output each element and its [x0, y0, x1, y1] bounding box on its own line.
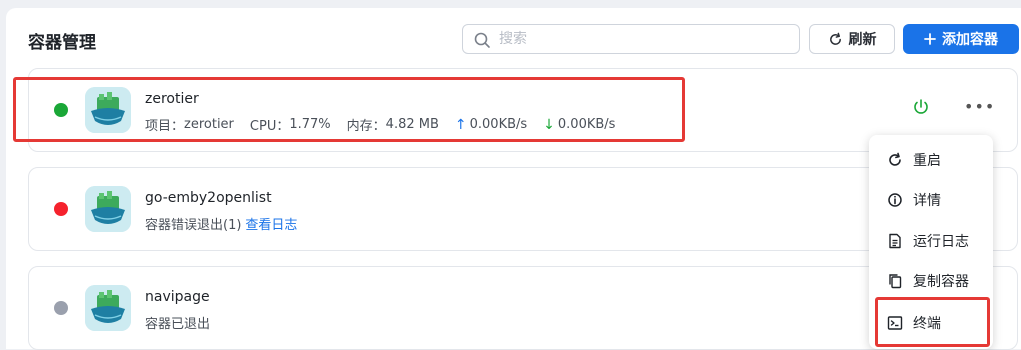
download-rate: 0.00KB/s — [557, 117, 616, 132]
container-status: 容器错误退出(1) 查看日志 — [145, 214, 297, 233]
log-icon — [889, 233, 901, 249]
search-box[interactable] — [462, 24, 800, 54]
menu-item-details[interactable]: 详情 — [869, 180, 993, 220]
mem-value: 4.82 MB — [385, 117, 439, 132]
refresh-button[interactable]: 刷新 — [809, 24, 895, 54]
context-menu: 重启 详情 运行日志 复制容器 终端 — [869, 135, 993, 349]
plus-icon — [924, 33, 936, 45]
download-arrow-icon: ↓ — [543, 116, 555, 133]
mem-label: 内存： — [346, 119, 386, 134]
view-logs-link[interactable]: 查看日志 — [245, 214, 297, 233]
cpu-value: 1.77% — [289, 117, 331, 132]
upload-rate: 0.00KB/s — [469, 117, 528, 132]
restart-icon — [889, 152, 901, 166]
status-dot-stopped — [54, 301, 68, 315]
add-container-button[interactable]: 添加容器 — [903, 24, 1019, 54]
status-text: 容器已退出 — [145, 317, 211, 332]
refresh-label: 刷新 — [848, 32, 877, 48]
project-label: 项目： — [145, 119, 185, 134]
container-stats: 项目： zerotier CPU： 1.77% 内存： 4.82 MB ↑ 0.00KB… — [145, 115, 616, 135]
cpu-label: CPU： — [249, 119, 290, 134]
menu-item-label: 重启 — [913, 153, 941, 169]
container-status: 容器已退出 — [145, 313, 210, 332]
container-name: go-emby2openlist — [145, 190, 272, 206]
status-dot-running — [54, 103, 68, 117]
menu-item-terminal[interactable]: 终端 — [869, 303, 993, 343]
menu-item-run-logs[interactable]: 运行日志 — [869, 221, 993, 261]
status-text: 容器错误退出(1) — [145, 218, 242, 233]
menu-item-restart[interactable]: 重启 — [869, 140, 993, 180]
menu-item-label: 终端 — [913, 316, 941, 332]
menu-item-label: 运行日志 — [913, 234, 969, 250]
copy-icon — [889, 274, 902, 289]
upload-arrow-icon: ↑ — [454, 116, 467, 133]
app-icon — [85, 186, 131, 232]
menu-item-label: 详情 — [913, 193, 941, 209]
more-menu-icon[interactable]: ••• — [964, 97, 994, 117]
info-icon — [888, 193, 902, 207]
menu-item-label: 复制容器 — [913, 274, 969, 290]
container-name: navipage — [145, 289, 210, 305]
page-title: 容器管理 — [28, 33, 96, 53]
app-icon — [85, 285, 131, 331]
project-value: zerotier — [184, 117, 234, 132]
power-icon[interactable] — [911, 97, 931, 117]
status-dot-error — [54, 202, 68, 216]
menu-item-copy-container[interactable]: 复制容器 — [869, 261, 993, 301]
app-icon — [85, 87, 131, 133]
search-icon — [474, 32, 490, 48]
search-input[interactable] — [499, 29, 789, 49]
container-name: zerotier — [145, 91, 199, 107]
refresh-icon — [829, 32, 841, 45]
add-container-label: 添加容器 — [942, 32, 998, 48]
terminal-icon — [887, 316, 903, 330]
